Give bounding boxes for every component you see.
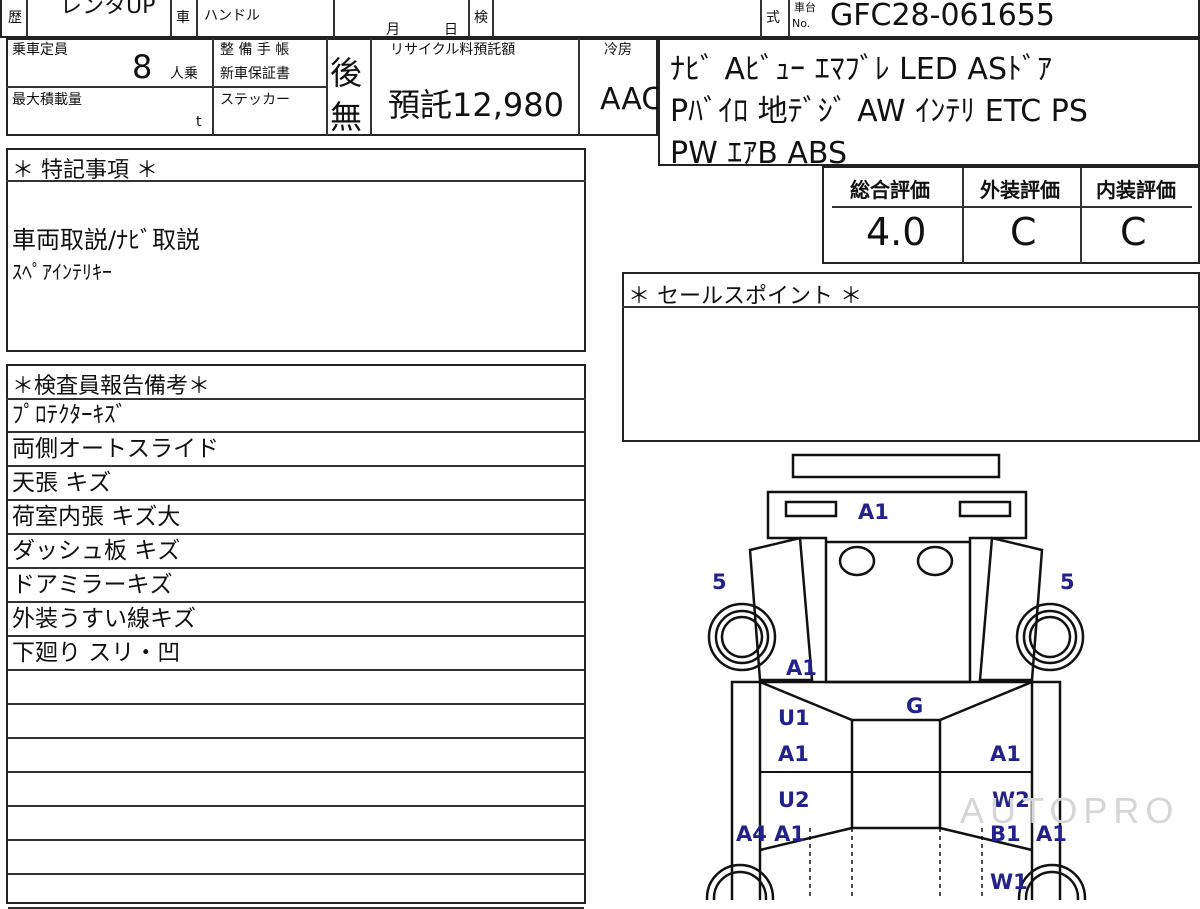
inspector-note-row: ﾌﾟﾛﾃｸﾀｰｷｽﾞ — [8, 400, 584, 433]
maint-label-1: 整 備 手 帳 — [220, 42, 290, 58]
mark-roof-g: G — [906, 694, 924, 718]
model-label: 式 — [766, 10, 780, 26]
mark-right-w1: W1 — [990, 870, 1028, 894]
inspector-note-row — [8, 808, 584, 841]
sticker-label: ステッカー — [220, 92, 290, 108]
chassis-label-no: No. — [792, 17, 811, 30]
history-value: レンタUP — [60, 0, 156, 19]
interior-rating-label: 内装評価 — [1096, 178, 1176, 202]
maint-label-2: 新車保証書 — [220, 66, 290, 82]
load-unit: t — [196, 114, 202, 130]
day-label: 日 — [444, 22, 458, 38]
capacity-unit: 人乗 — [170, 66, 198, 82]
maint-value: 後 — [330, 54, 363, 92]
inspector-note-row — [8, 842, 584, 875]
inspector-note-row: 外装うすい線キズ — [8, 604, 584, 637]
watermark: AUTOPRO — [960, 790, 1180, 831]
mark-left-a1-mid: A1 — [778, 742, 809, 766]
inspector-note-row: ダッシュ板 キズ — [8, 536, 584, 569]
special-notes-line-1: 車両取説/ﾅﾋﾞ取説 — [12, 226, 201, 254]
recycle-label: リサイクル料預託額 — [390, 42, 516, 58]
capacity-value: 8 — [132, 48, 153, 86]
handle-label: ハンドル — [204, 8, 260, 24]
equipment-line-3: PW ｴｱB ABS — [670, 136, 848, 171]
mark-left-5: 5 — [712, 570, 727, 594]
sales-point-title: ＊ セールスポイント ＊ — [628, 284, 862, 309]
car-label: 車 — [176, 10, 190, 26]
inspector-notes-title: ＊検査員報告備考＊ — [12, 374, 211, 399]
exterior-rating-value: C — [1010, 210, 1037, 254]
equipment-line-2: Pﾊﾞｲﾛ 地ﾃﾞｼﾞ AW ｲﾝﾃﾘ ETC PS — [670, 94, 1088, 129]
load-label: 最大積載量 — [12, 92, 82, 108]
inspector-note-row — [8, 706, 584, 739]
inspector-note-row — [8, 876, 584, 909]
special-notes-line-2: ｽﾍﾟｱｲﾝﾃﾘｷｰ — [12, 260, 112, 284]
diagram-bumper — [791, 453, 1001, 479]
capacity-label: 乗車定員 — [12, 42, 68, 58]
overall-rating-label: 総合評価 — [850, 178, 930, 202]
exterior-rating-label: 外装評価 — [980, 178, 1060, 202]
inspector-note-row: 下廻り スリ・凹 — [8, 638, 584, 671]
mark-left-a1-upper: A1 — [786, 656, 817, 680]
special-notes-title: ＊ 特記事項 ＊ — [12, 158, 158, 183]
equipment-line-1: ﾅﾋﾞ Aﾋﾞｭｰ ｴﾏﾌﾞﾚ LED ASﾄﾞｱ — [670, 52, 1053, 87]
mark-right-5: 5 — [1060, 570, 1075, 594]
chassis-label-top: 車台 — [794, 1, 816, 14]
mark-left-u2: U2 — [778, 788, 810, 812]
inspector-note-row — [8, 774, 584, 807]
chassis-number: GFC28-061655 — [830, 0, 1055, 33]
inspector-note-row: 両側オートスライド — [8, 434, 584, 467]
mark-front-a1: A1 — [858, 500, 889, 524]
inspector-note-row: 天張 キズ — [8, 468, 584, 501]
ac-value: AAC — [600, 82, 663, 117]
month-label: 月 — [386, 22, 400, 38]
recycle-value: 預託12,980 — [388, 86, 564, 124]
mark-right-a1-mid: A1 — [990, 742, 1021, 766]
inspector-note-row — [8, 672, 584, 705]
inspection-label: 検 — [474, 10, 488, 26]
inspector-note-row — [8, 740, 584, 773]
inspector-note-row: ドアミラーキズ — [8, 570, 584, 603]
interior-rating-value: C — [1120, 210, 1147, 254]
ac-label: 冷房 — [604, 42, 632, 58]
history-label: 歴 — [8, 10, 22, 26]
sticker-value: 無 — [330, 98, 363, 136]
inspector-note-row: 荷室内張 キズ大 — [8, 502, 584, 535]
mark-left-a4-a1: A4 A1 — [736, 822, 806, 846]
mark-left-u1: U1 — [778, 706, 810, 730]
overall-rating-value: 4.0 — [866, 210, 927, 254]
